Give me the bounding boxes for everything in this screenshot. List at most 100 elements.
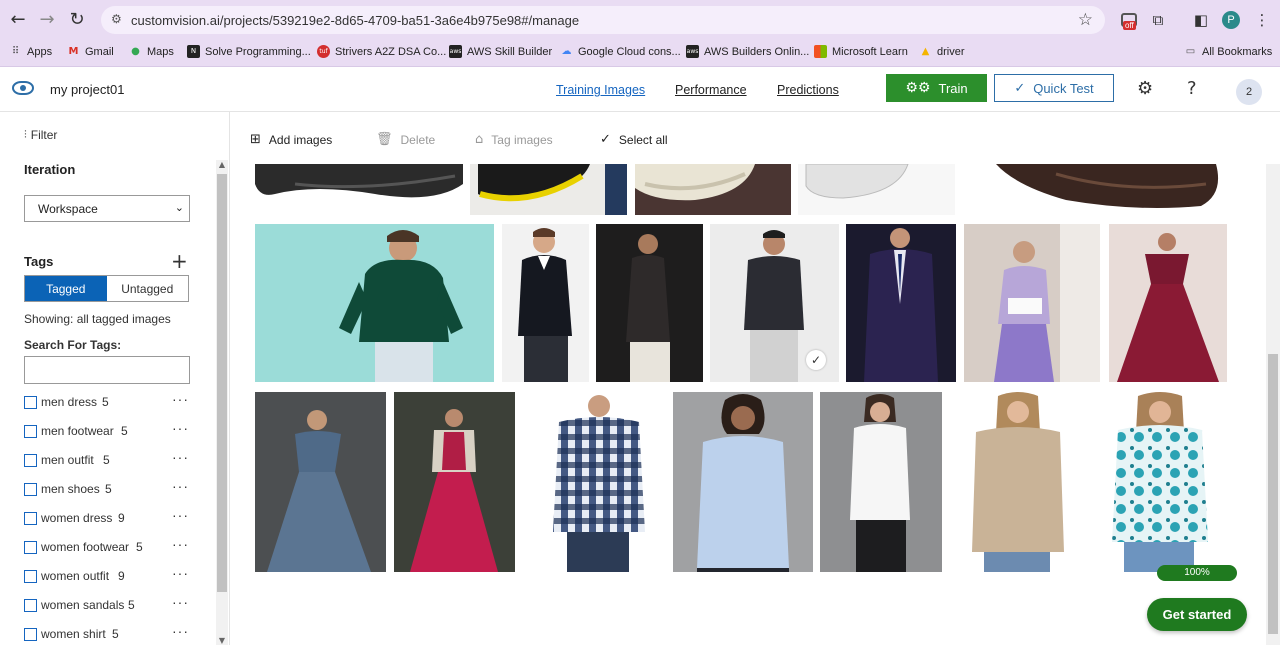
add-images-button[interactable]: ⊞ Add images [250,132,332,147]
more-options-icon[interactable]: ··· [172,565,189,581]
tag-checkbox[interactable] [24,570,37,583]
image-thumbnail[interactable] [846,224,956,382]
bookmark-gmail[interactable]: M Gmail [67,45,114,58]
more-options-icon[interactable]: ··· [172,420,189,436]
iteration-select[interactable]: Workspace ⌄ [24,195,190,222]
untagged-button[interactable]: Untagged [106,276,188,301]
back-icon[interactable]: ← [7,9,29,31]
image-thumbnail[interactable] [976,164,1226,215]
help-icon[interactable]: ? [1187,78,1197,99]
address-bar[interactable]: ⚙ customvision.ai/projects/539219e2-8d65… [101,6,1105,34]
get-started-button[interactable]: Get started [1147,598,1247,631]
tab-performance[interactable]: Performance [675,83,747,97]
image-thumbnail[interactable] [394,392,515,572]
tag-checkbox[interactable] [24,628,37,641]
bookmark-driver[interactable]: ▲ driver [919,45,965,58]
tag-item-men-footwear[interactable]: men footwear 5 ··· [24,420,194,440]
user-avatar[interactable]: 2 [1236,79,1262,105]
profile-avatar[interactable]: P [1222,11,1240,29]
more-options-icon[interactable]: ··· [172,478,189,494]
image-thumbnail[interactable] [605,164,627,215]
tag-checkbox[interactable] [24,483,37,496]
tag-checkbox[interactable] [24,396,37,409]
url-text[interactable]: customvision.ai/projects/539219e2-8d65-4… [131,13,579,28]
tag-checkbox[interactable] [24,599,37,612]
bookmark-strivers[interactable]: tuf Strivers A2Z DSA Co... [317,45,446,58]
extension-off-icon[interactable]: off [1119,11,1141,33]
scroll-down-icon[interactable]: ▼ [216,636,228,645]
bookmark-star-icon[interactable]: ☆ [1078,10,1093,30]
settings-gear-icon[interactable]: ⚙ [1137,78,1153,99]
tag-item-men-shoes[interactable]: men shoes 5 ··· [24,478,194,498]
tag-checkbox[interactable] [24,512,37,525]
gallery-scroll-thumb[interactable] [1268,354,1278,634]
image-thumbnail[interactable] [673,392,813,572]
image-thumbnail[interactable] [635,164,791,215]
browser-menu-icon[interactable]: ⋮ [1252,10,1272,30]
site-info-icon[interactable]: ⚙ [111,12,127,28]
tag-item-women-sandals[interactable]: women sandals 5 ··· [24,594,194,614]
forward-icon[interactable]: → [36,9,58,31]
image-thumbnail[interactable] [1094,392,1227,572]
delete-button[interactable]: 🗑 Delete [376,132,435,147]
image-thumbnail[interactable] [533,392,658,572]
image-thumbnail[interactable] [798,164,955,215]
tag-item-women-footwear[interactable]: women footwear 5 ··· [24,536,194,556]
image-thumbnail[interactable] [255,392,386,572]
filter-toggle[interactable]: ⫶ Filter [24,128,57,142]
side-panel-icon[interactable]: ◧ [1191,10,1211,30]
trash-icon: 🗑 [376,132,393,147]
tag-item-men-outfit[interactable]: men outfit 5 ··· [24,449,194,469]
select-all-button[interactable]: ✓ Select all [600,132,668,147]
tab-predictions[interactable]: Predictions [777,83,839,97]
more-options-icon[interactable]: ··· [172,594,189,610]
tag-images-button[interactable]: ⌂ Tag images [475,132,553,147]
tag-item-men-dress[interactable]: men dress 5 ··· [24,391,194,411]
bookmark-maps[interactable]: ● Maps [129,45,174,58]
tag-checkbox[interactable] [24,454,37,467]
search-tags-input[interactable] [24,356,190,384]
image-thumbnail[interactable] [502,224,589,382]
image-thumbnail[interactable] [948,392,1086,572]
more-options-icon[interactable]: ··· [172,623,189,639]
sidebar-scroll-thumb[interactable] [217,174,227,592]
bookmark-microsoft-learn[interactable]: Microsoft Learn [814,45,908,58]
project-title[interactable]: my project01 [50,82,124,97]
bookmark-google-cloud[interactable]: ☁ Google Cloud cons... [560,45,681,58]
image-thumbnail[interactable] [1109,224,1227,382]
bookmark-apps[interactable]: ⠿ Apps [9,45,52,58]
gallery-scrollbar[interactable] [1266,164,1280,645]
bookmark-aws-skill-builder[interactable]: aws AWS Skill Builder [449,45,552,58]
extensions-puzzle-icon[interactable]: ⧉ [1148,10,1168,30]
quick-test-button[interactable]: ✓ Quick Test [994,74,1114,102]
image-thumbnail[interactable] [470,164,626,215]
aws-icon: aws [686,45,699,58]
more-options-icon[interactable]: ··· [172,536,189,552]
bookmark-solve-programming[interactable]: N Solve Programming... [187,45,311,58]
image-thumbnail[interactable] [596,224,703,382]
tag-item-women-shirt[interactable]: women shirt 5 ··· [24,623,194,643]
train-button[interactable]: ⚙⚙ Train [886,74,987,102]
tag-checkbox[interactable] [24,425,37,438]
tag-checkbox[interactable] [24,541,37,554]
reload-icon[interactable]: ↻ [66,9,88,31]
bookmark-aws-builders[interactable]: aws AWS Builders Onlin... [686,45,809,58]
tagged-button[interactable]: Tagged [25,276,107,301]
selected-check-icon[interactable]: ✓ [806,350,826,370]
image-thumbnail[interactable] [255,164,463,215]
tag-item-women-dress[interactable]: women dress 9 ··· [24,507,194,527]
add-tag-icon[interactable]: + [171,249,188,273]
more-options-icon[interactable]: ··· [172,449,189,465]
tag-item-women-outfit[interactable]: women outfit 9 ··· [24,565,194,585]
image-thumbnail[interactable] [255,224,494,382]
more-options-icon[interactable]: ··· [172,507,189,523]
scroll-up-icon[interactable]: ▲ [216,160,228,169]
sidebar-scrollbar[interactable]: ▲ ▼ [216,160,228,645]
tab-training-images[interactable]: Training Images [556,83,645,97]
more-options-icon[interactable]: ··· [172,391,189,407]
image-toolbar: ⊞ Add images 🗑 Delete ⌂ Tag images ✓ Sel… [231,112,1280,164]
image-thumbnail[interactable] [820,392,942,572]
custom-vision-eye-icon[interactable] [12,81,34,95]
image-thumbnail[interactable] [964,224,1100,382]
all-bookmarks[interactable]: ▭ All Bookmarks [1184,45,1273,58]
